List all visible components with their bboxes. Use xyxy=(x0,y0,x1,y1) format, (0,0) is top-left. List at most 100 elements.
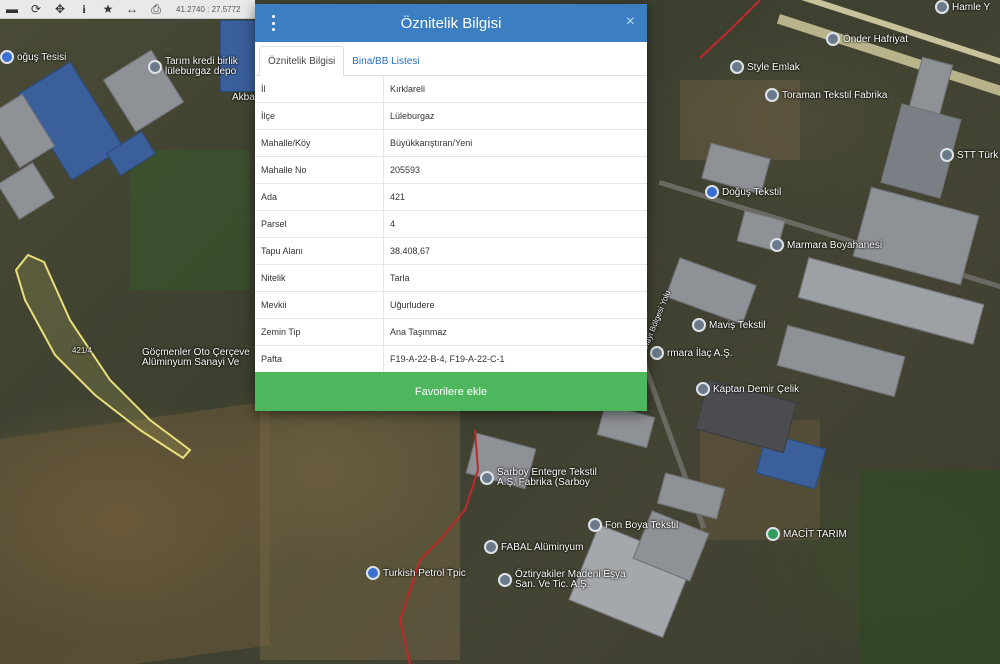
table-row: İl Kırklareli xyxy=(255,76,647,103)
info-button[interactable]: i xyxy=(72,0,96,18)
favorite-button[interactable]: ★ xyxy=(96,0,120,18)
poi-fon-boya[interactable]: Fon Boya Tekstil xyxy=(588,518,678,532)
poi-label: STT Türk xyxy=(957,149,999,161)
collapse-button[interactable]: ▬ xyxy=(0,0,24,18)
dialog-tabs: Öznitelik Bilgisi Bina/BB Listesi xyxy=(255,42,647,76)
attribute-value: 38.408,67 xyxy=(383,237,647,265)
add-to-favorites-button[interactable]: Favorilere ekle xyxy=(255,372,647,411)
map-pin-icon xyxy=(826,32,840,46)
attribute-key: Pafta xyxy=(255,345,384,372)
table-row: Tapu Alanı 38.408,67 xyxy=(255,237,647,265)
map-pin-icon xyxy=(705,185,719,199)
attribute-key: Mevkii xyxy=(255,291,384,319)
pan-button[interactable]: ✥ xyxy=(48,0,72,18)
attribute-value: Lüleburgaz xyxy=(383,102,647,130)
map-pin-icon xyxy=(498,573,512,587)
poi-macit[interactable]: MACİT TARIM xyxy=(766,527,847,541)
minus-icon: ▬ xyxy=(6,2,18,16)
attribute-key: İlçe xyxy=(255,102,384,130)
refresh-button[interactable]: ⟳ xyxy=(24,0,48,18)
map-pin-icon xyxy=(770,238,784,252)
poi-marmara-boya[interactable]: Marmara Boyahanesi xyxy=(770,238,882,252)
attribute-value: Uğurludere xyxy=(383,291,647,319)
table-row: Mevkii Uğurludere xyxy=(255,291,647,319)
poi-akba[interactable]: Akba xyxy=(232,92,255,103)
attribute-key: Tapu Alanı xyxy=(255,237,384,265)
poi-dogus-tekstil[interactable]: Doğuş Tekstil xyxy=(705,185,781,199)
poi-label: Kaptan Demir Çelik xyxy=(713,383,800,395)
poi-oztiryakiler[interactable]: Öztiryakiler Madeni Eşya San. Ve Tic. A.… xyxy=(498,570,635,590)
poi-turkish-petrol[interactable]: Turkish Petrol Tpic xyxy=(366,566,466,580)
poi-label: Sarboy Entegre Tekstil A.Ş. Fabrika (Sar… xyxy=(497,467,597,488)
poi-label: MACİT TARIM xyxy=(783,528,847,540)
table-row: Mahalle/Köy Büyükkarıştıran/Yeni xyxy=(255,129,647,157)
district-boundary-line xyxy=(398,429,480,664)
attribute-value: Kırklareli xyxy=(383,76,647,103)
map-pin-icon xyxy=(0,50,14,64)
poi-sarboy[interactable]: Sarboy Entegre Tekstil A.Ş. Fabrika (Sar… xyxy=(480,468,617,488)
poi-fabal[interactable]: FABAL Alüminyum xyxy=(484,540,583,554)
attribute-table: İl Kırklareli İlçe Lüleburgaz Mahalle/Köy Büy… xyxy=(255,76,647,372)
poi-label: Öztiryakiler Madeni Eşya San. Ve Tic. A.… xyxy=(515,569,626,590)
print-icon: ⎙ xyxy=(151,1,161,16)
poi-label: FABAL Alüminyum xyxy=(501,541,584,553)
poi-label: rmara İlaç A.Ş. xyxy=(667,347,733,359)
menu-kebab-icon[interactable] xyxy=(269,15,277,31)
poi-kaptan[interactable]: Kaptan Demir Çelik xyxy=(696,382,799,396)
close-icon[interactable]: × xyxy=(626,13,635,31)
map-pin-icon xyxy=(765,88,779,102)
poi-style-emlak[interactable]: Style Emlak xyxy=(730,60,800,74)
attribute-key: Nitelik xyxy=(255,264,384,292)
poi-label: Maviş Tekstil xyxy=(709,319,766,331)
poi-label: Turkish Petrol Tpic xyxy=(383,567,466,579)
table-row: Zemin Tip Ana Taşınmaz xyxy=(255,318,647,346)
attribute-value: 4 xyxy=(383,210,647,238)
poi-marmara-ilac[interactable]: rmara İlaç A.Ş. xyxy=(650,346,733,360)
poi-toraman[interactable]: Toraman Tekstil Fabrika xyxy=(765,88,887,102)
attribute-value: Büyükkarıştıran/Yeni xyxy=(383,129,647,157)
poi-onder-hafriyat[interactable]: Önder Hafriyat xyxy=(826,32,908,46)
map-pin-icon xyxy=(935,0,949,14)
info-icon: i xyxy=(82,1,86,16)
measure-button[interactable]: ↔ xyxy=(120,0,144,18)
attribute-key: Mahalle/Köy xyxy=(255,129,384,157)
dialog-title: Öznitelik Bilgisi xyxy=(400,14,502,32)
attribute-value: 421 xyxy=(383,183,647,211)
poi-dogus-tesisi[interactable]: oğuş Tesisi xyxy=(0,50,66,64)
map-pin-icon xyxy=(940,148,954,162)
refresh-icon: ⟳ xyxy=(30,2,42,16)
map-toolbar: ▬ ⟳ ✥ i ★ ↔ ⎙ 41.2740 : 27.5772 xyxy=(0,0,255,19)
poi-hamle[interactable]: Hamle Y xyxy=(935,0,990,14)
poi-label: Önder Hafriyat xyxy=(843,33,909,45)
poi-stt[interactable]: STT Türk xyxy=(940,148,998,162)
table-row: Ada 421 xyxy=(255,183,647,211)
tab-attributes[interactable]: Öznitelik Bilgisi xyxy=(259,46,345,76)
measure-icon: ↔ xyxy=(126,2,138,16)
poi-label: Akba xyxy=(232,92,255,103)
attribute-value: F19-A-22-B-4, F19-A-22-C-1 xyxy=(390,354,505,364)
move-icon: ✥ xyxy=(54,2,66,16)
table-row: Pafta F19-A-22-B-4, F19-A-22-C-1 xyxy=(255,345,647,372)
poi-label: oğuş Tesisi xyxy=(17,51,67,63)
poi-label: Fon Boya Tekstil xyxy=(605,519,679,531)
poi-label: Hamle Y xyxy=(952,1,991,13)
attribute-key: Ada xyxy=(255,183,384,211)
star-icon: ★ xyxy=(102,2,114,16)
poi-gocmenler[interactable]: Göçmenler Oto Çerçeve Alüminyum Sanayi V… xyxy=(142,348,262,368)
parcel-label-text: 421/4 xyxy=(72,346,93,355)
table-row: Nitelik Tarla xyxy=(255,264,647,292)
map-pin-icon xyxy=(730,60,744,74)
attribute-dialog: Öznitelik Bilgisi × Öznitelik Bilgisi Bi… xyxy=(255,4,647,411)
poi-label: Style Emlak xyxy=(747,61,800,73)
attribute-key: İl xyxy=(255,76,384,103)
poi-label: Göçmenler Oto Çerçeve Alüminyum Sanayi V… xyxy=(142,347,250,368)
dialog-header: Öznitelik Bilgisi × xyxy=(255,4,647,42)
table-row: Mahalle No 205593 xyxy=(255,156,647,184)
table-row: İlçe Lüleburgaz xyxy=(255,102,647,130)
map-pin-icon xyxy=(696,382,710,396)
district-boundary-line xyxy=(699,0,761,59)
tab-building-list[interactable]: Bina/BB Listesi xyxy=(344,47,427,75)
poi-mavis[interactable]: Maviş Tekstil xyxy=(692,318,766,332)
map-pin-icon xyxy=(148,60,162,74)
print-button[interactable]: ⎙ xyxy=(144,0,168,18)
